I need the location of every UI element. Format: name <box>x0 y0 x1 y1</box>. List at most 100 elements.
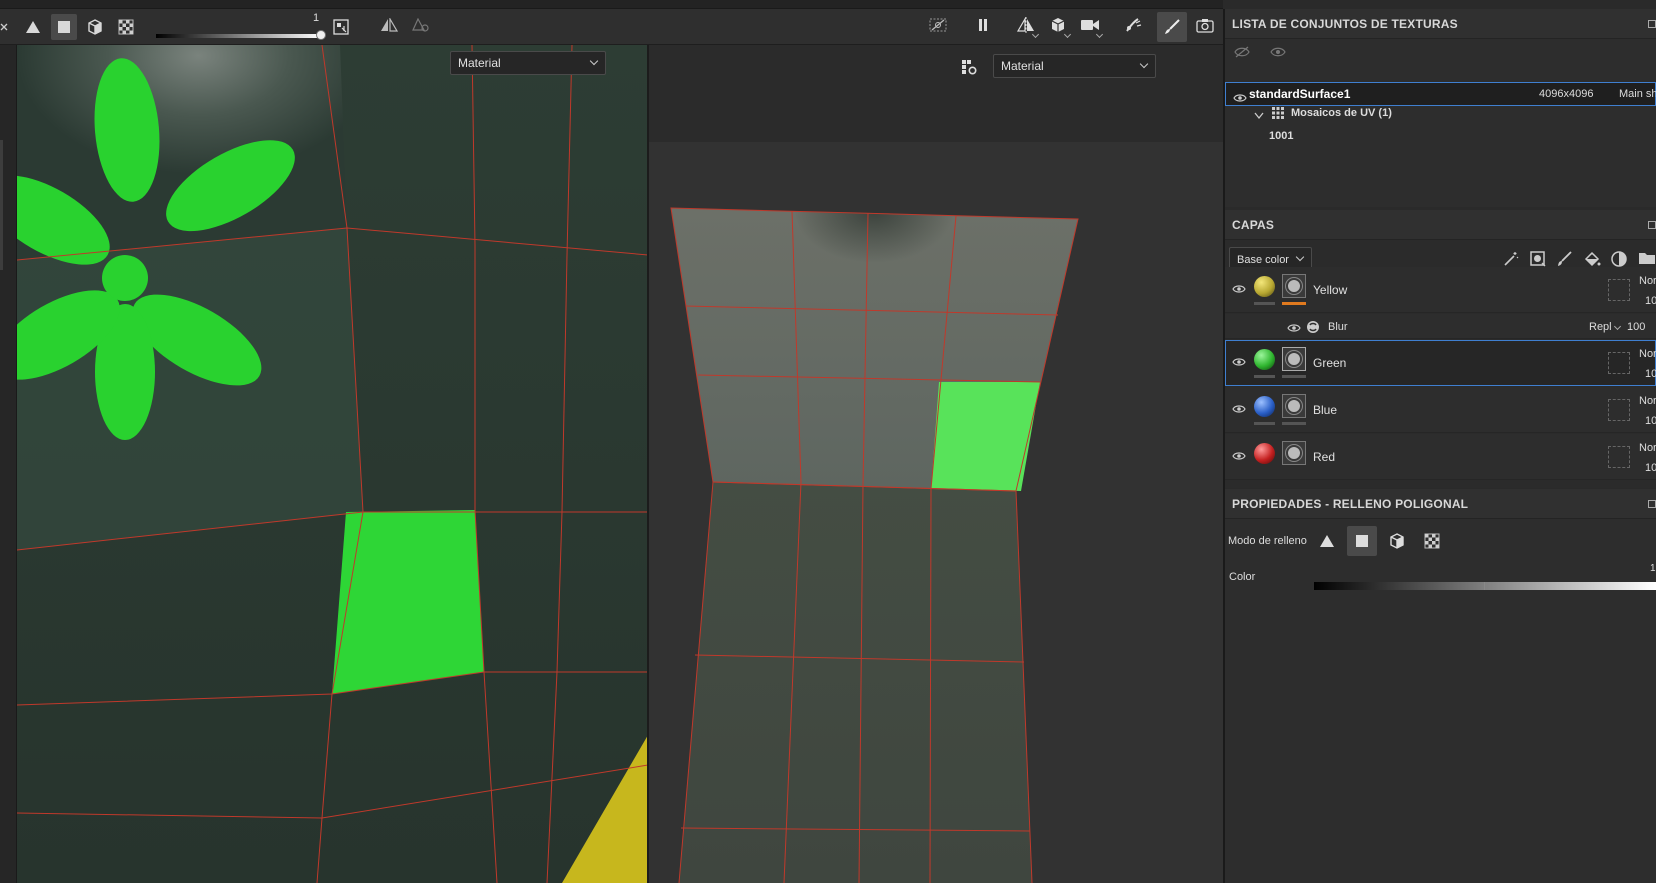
layer-name[interactable]: Red <box>1313 450 1335 464</box>
uv-2d-canvas <box>17 45 648 883</box>
chevron-down-icon[interactable] <box>1613 322 1622 331</box>
layer-row-red[interactable]: Red Nor 10 <box>1225 434 1656 480</box>
material-ball-icon[interactable] <box>1254 396 1275 417</box>
layer-name[interactable]: Green <box>1313 356 1346 370</box>
expand-panel-icon[interactable] <box>1648 20 1656 28</box>
layer-blend-preview[interactable] <box>1608 399 1630 421</box>
uv-group-label[interactable]: Mosaicos de UV (1) <box>1291 107 1392 119</box>
triangle-fill-icon[interactable] <box>20 14 46 40</box>
texture-set-panel: LISTA DE CONJUNTOS DE TEXTURAS standardS… <box>1225 9 1656 207</box>
cube-fill-icon[interactable] <box>1382 526 1412 556</box>
cube-fill-icon[interactable] <box>82 14 108 40</box>
eye-icon[interactable] <box>1233 88 1247 110</box>
viewport-settings-icon[interactable] <box>956 54 982 80</box>
effect-opacity[interactable]: 100 <box>1627 321 1645 333</box>
chevron-down-icon <box>1295 252 1305 262</box>
layer-opacity[interactable]: 10 <box>1645 368 1656 380</box>
mask-thumbnail-icon[interactable] <box>1282 347 1306 371</box>
layer-row-yellow[interactable]: Yellow Nor 10 <box>1225 267 1656 313</box>
texture-set-shader: Main sh <box>1619 88 1656 100</box>
layer-row-blue[interactable]: Blue Nor 10 <box>1225 387 1656 433</box>
layer-blend-mode[interactable]: Nor <box>1639 348 1656 360</box>
eye-icon[interactable] <box>1232 283 1246 297</box>
layer-blend-preview[interactable] <box>1608 446 1630 468</box>
eye-icon[interactable] <box>1232 356 1246 370</box>
slider-value: 1 <box>313 12 320 24</box>
uv-tile-label[interactable]: 1001 <box>1269 130 1293 142</box>
effect-name: Blur <box>1328 321 1348 333</box>
layer-blend-mode[interactable]: Nor <box>1639 442 1656 454</box>
layer-blend-preview[interactable] <box>1608 352 1630 374</box>
checker-fill-icon[interactable] <box>113 14 139 40</box>
layer-thumb-bar <box>1254 422 1275 425</box>
dropdown-value: Base color <box>1237 254 1289 266</box>
layer-blend-mode[interactable]: Nor <box>1639 395 1656 407</box>
filled-polygon <box>332 510 484 694</box>
layer-opacity[interactable]: 10 <box>1645 295 1656 307</box>
properties-panel-title: PROPIEDADES - RELLENO POLIGONAL <box>1225 489 1656 519</box>
material-ball-icon[interactable] <box>1254 276 1275 297</box>
color-value: 1 <box>1650 563 1656 574</box>
triangle-fill-icon[interactable] <box>1312 526 1342 556</box>
symmetry-disabled-icon[interactable] <box>408 12 434 38</box>
texture-set-row[interactable]: standardSurface1 4096x4096 Main sh <box>1225 82 1656 106</box>
slider-handle[interactable] <box>316 30 326 40</box>
hide-uv-icon[interactable] <box>925 12 951 38</box>
texture-set-resolution: 4096x4096 <box>1539 88 1594 100</box>
effect-row-blur[interactable]: Blur Repl 100 <box>1225 314 1656 339</box>
effect-blend-mode[interactable]: Repl <box>1589 321 1612 333</box>
layers-panel-title: CAPAS <box>1225 210 1656 240</box>
pause-icon[interactable] <box>970 12 996 38</box>
smudge-icon[interactable] <box>1120 12 1146 38</box>
close-icon[interactable] <box>0 14 8 40</box>
flower-center <box>102 255 148 301</box>
symmetry-icon[interactable] <box>376 12 402 38</box>
layer-thumb-bar <box>1254 375 1275 378</box>
eye-icon[interactable] <box>1287 322 1301 336</box>
layer-row-green[interactable]: Green Nor 10 <box>1225 340 1656 386</box>
material-ball-icon[interactable] <box>1254 443 1275 464</box>
mask-thumb-bar <box>1282 375 1306 378</box>
color-picker-icon[interactable] <box>328 14 354 40</box>
color-slider-track[interactable] <box>156 34 321 38</box>
chevron-down-icon[interactable] <box>1254 109 1264 120</box>
chevron-down-icon <box>589 56 599 66</box>
checker-fill-icon[interactable] <box>1417 526 1447 556</box>
panel-title-text: CAPAS <box>1232 218 1275 232</box>
cube-view-icon[interactable] <box>1045 12 1072 39</box>
layer-blend-mode[interactable]: Nor <box>1639 275 1656 287</box>
color-slider[interactable] <box>1314 582 1656 590</box>
viewport-2d[interactable]: Material <box>17 45 648 883</box>
mirror-icon[interactable] <box>1013 12 1040 39</box>
expand-panel-icon[interactable] <box>1648 500 1656 508</box>
mask-thumbnail-icon[interactable] <box>1282 274 1306 298</box>
dropdown-value: Material <box>458 56 501 70</box>
mask-thumbnail-icon[interactable] <box>1282 441 1306 465</box>
layer-name[interactable]: Blue <box>1313 403 1337 417</box>
brush-icon[interactable] <box>1157 12 1187 42</box>
square-fill-icon[interactable] <box>1347 526 1377 556</box>
viewport-3d-material-dropdown[interactable]: Material <box>993 54 1156 78</box>
expand-panel-icon[interactable] <box>1648 221 1656 229</box>
square-fill-icon[interactable] <box>51 14 77 40</box>
layer-opacity[interactable]: 10 <box>1645 415 1656 427</box>
viewport-2d-material-dropdown[interactable]: Material <box>450 51 606 75</box>
layer-name[interactable]: Yellow <box>1313 283 1347 297</box>
chevron-down-icon <box>1139 59 1149 69</box>
properties-panel: PROPIEDADES - RELLENO POLIGONAL Modo de … <box>1225 489 1656 883</box>
eye-icon[interactable] <box>1232 450 1246 464</box>
screenshot-icon[interactable] <box>1192 12 1218 38</box>
material-ball-icon[interactable] <box>1254 349 1275 370</box>
texture-set-panel-title: LISTA DE CONJUNTOS DE TEXTURAS <box>1225 9 1656 39</box>
eye-icon[interactable] <box>1232 403 1246 417</box>
blur-filter-icon <box>1306 320 1320 337</box>
viewport-3d[interactable]: Material <box>649 45 1223 883</box>
mask-selected-bar <box>1282 302 1306 305</box>
title-strip <box>0 0 1223 9</box>
camera-view-icon[interactable] <box>1077 12 1104 39</box>
hide-all-icon[interactable] <box>1234 46 1250 61</box>
layer-blend-preview[interactable] <box>1608 279 1630 301</box>
show-all-icon[interactable] <box>1270 46 1286 61</box>
layer-opacity[interactable]: 10 <box>1645 462 1656 474</box>
mask-thumbnail-icon[interactable] <box>1282 394 1306 418</box>
